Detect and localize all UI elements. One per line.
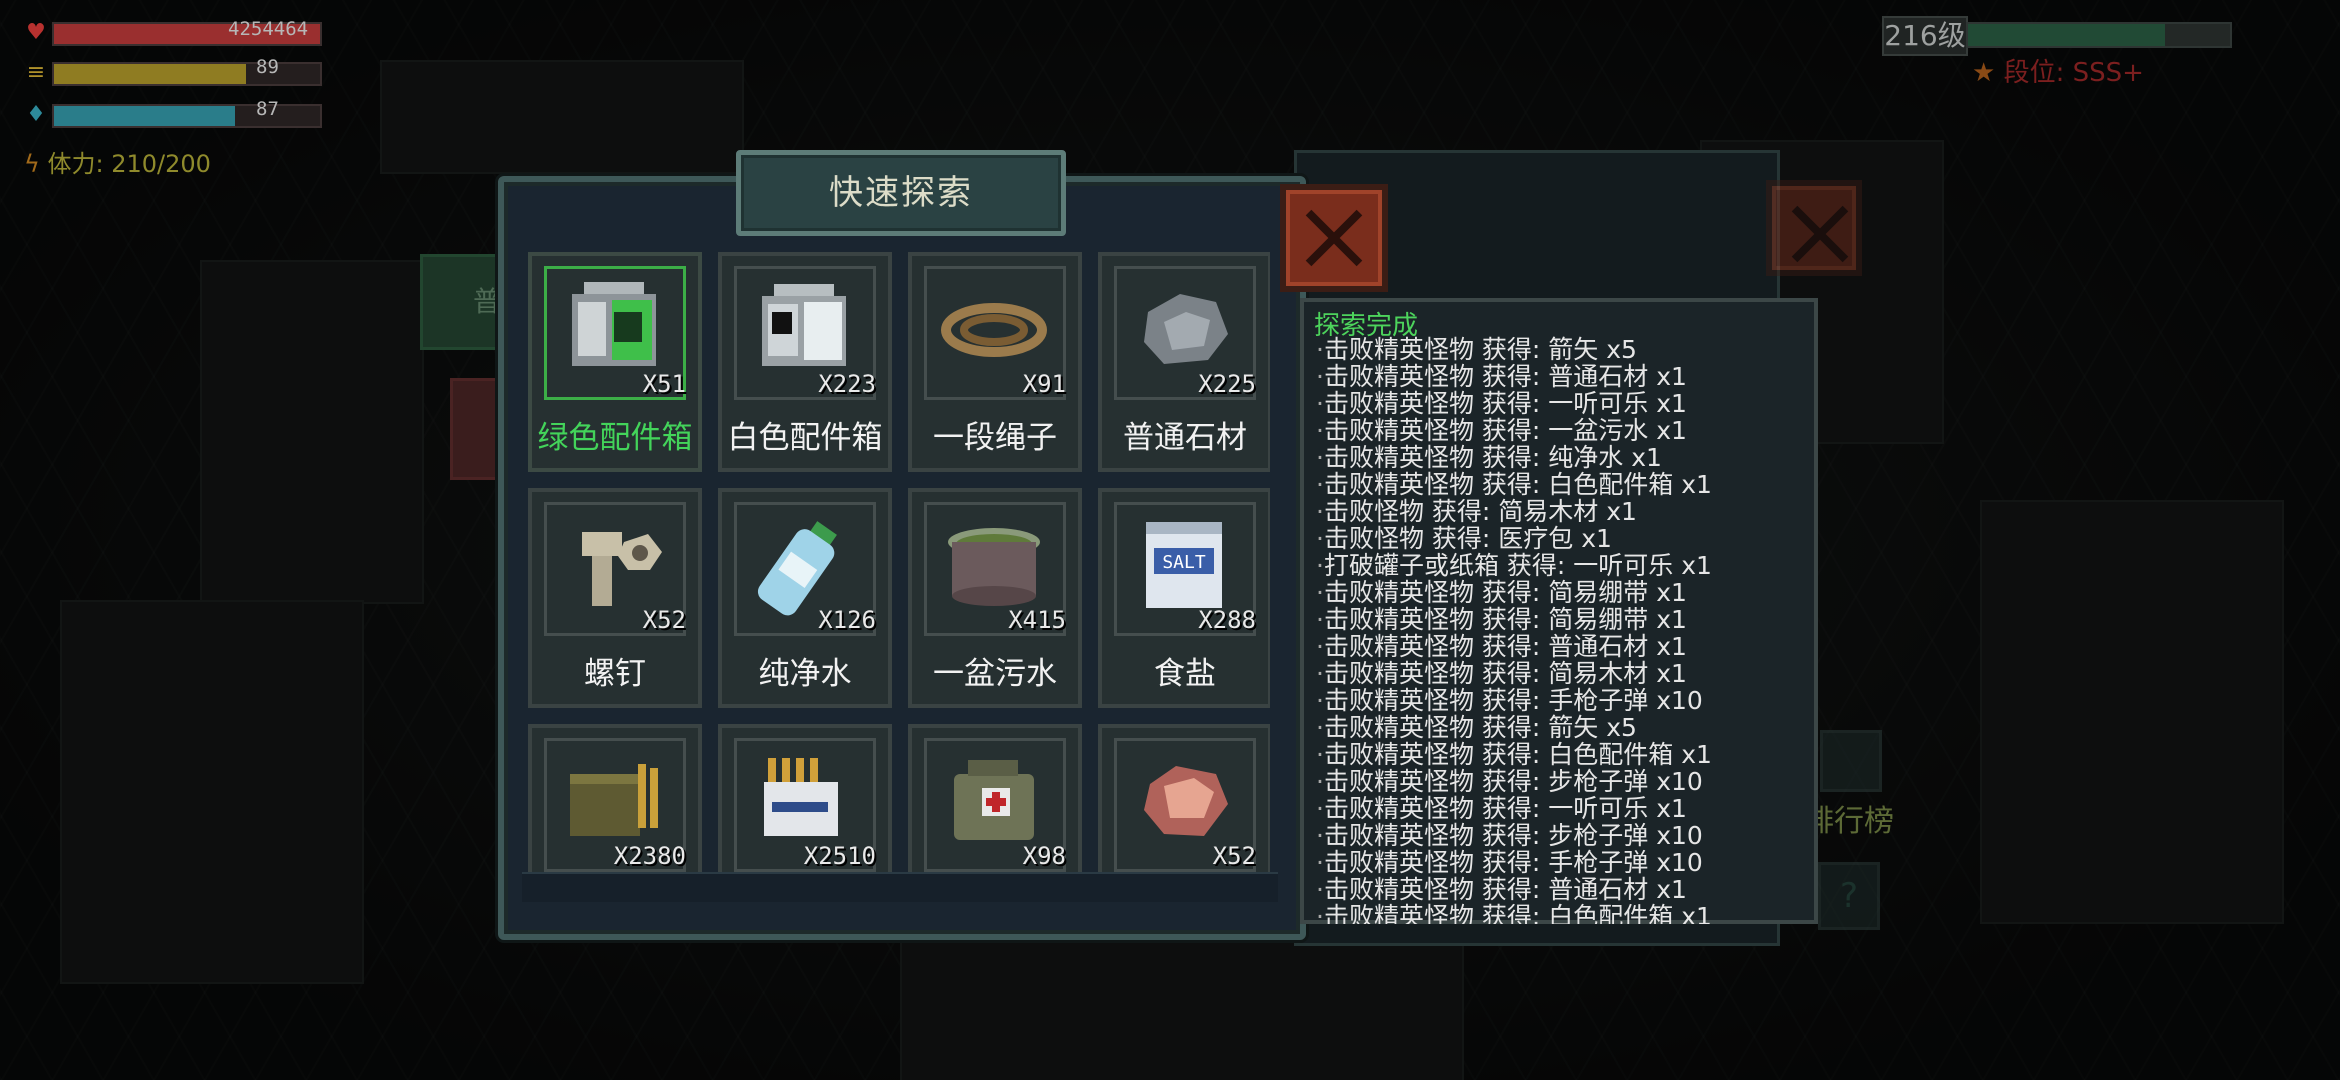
star-icon: ★	[1972, 58, 1996, 88]
item-name: 普通石材	[1123, 420, 1247, 456]
bullet-box-icon	[744, 744, 864, 854]
panel-header: 快速探索	[736, 150, 1066, 236]
help-icon: ?	[1818, 862, 1880, 930]
log-line: 击败精英怪物 获得: 箭矢 x5	[1316, 336, 1816, 363]
log-line: 击败精英怪物 获得: 简易绷带 x1	[1316, 579, 1816, 606]
item-count: X2510	[803, 842, 876, 870]
item-name: 食盐	[1154, 656, 1216, 692]
log-line: 击败精英怪物 获得: 步枪子弹 x10	[1316, 822, 1816, 849]
item-slot[interactable]: X98	[908, 724, 1082, 874]
food-bar	[52, 62, 322, 86]
food-value: 89	[256, 56, 279, 78]
log-line: 击败怪物 获得: 医疗包 x1	[1316, 525, 1816, 552]
log-line: 击败精英怪物 获得: 普通石材 x1	[1316, 363, 1816, 390]
water-bottle-icon	[744, 508, 864, 618]
salt-icon: SALT	[1124, 508, 1244, 618]
grid-footer-bar	[522, 872, 1278, 902]
white-parts-box-icon	[744, 272, 864, 382]
xp-bar	[1966, 22, 2232, 48]
background-button-1: 普	[420, 254, 506, 350]
water-bar	[52, 104, 322, 128]
item-slot[interactable]: X223 白色配件箱	[718, 252, 892, 472]
item-count: X91	[1022, 370, 1066, 398]
close-button[interactable]	[1280, 184, 1388, 292]
log-line: 击败精英怪物 获得: 纯净水 x1	[1316, 444, 1816, 471]
item-slot[interactable]: X126 纯净水	[718, 488, 892, 708]
dirty-water-basin-icon	[934, 508, 1054, 618]
item-slot[interactable]: X225 普通石材	[1098, 252, 1270, 472]
item-name: 螺钉	[584, 656, 646, 692]
stone-icon	[1124, 272, 1244, 382]
log-line: 击败精英怪物 获得: 简易绷带 x1	[1316, 606, 1816, 633]
log-line: 击败精英怪物 获得: 一听可乐 x1	[1316, 795, 1816, 822]
item-count: X98	[1022, 842, 1066, 870]
item-count: X415	[1008, 606, 1066, 634]
item-name: 一盆污水	[933, 656, 1057, 692]
log-line: 击败怪物 获得: 简易木材 x1	[1316, 498, 1816, 525]
item-count: X52	[1212, 842, 1256, 870]
background-close-button	[1766, 180, 1862, 276]
rank-text: ★ 段位: SSS+	[1972, 58, 2144, 88]
log-line: 击败精英怪物 获得: 步枪子弹 x10	[1316, 768, 1816, 795]
log-lines: 击败精英怪物 获得: 箭矢 x5击败精英怪物 获得: 普通石材 x1击败精英怪物…	[1316, 336, 1816, 924]
svg-text:SALT: SALT	[1162, 552, 1206, 573]
log-line: 击败精英怪物 获得: 箭矢 x5	[1316, 714, 1816, 741]
heart-icon: ♥	[26, 20, 46, 45]
water-drop-icon: ♦	[26, 102, 46, 127]
item-count: X223	[818, 370, 876, 398]
player-level: 216级	[1882, 16, 1968, 56]
ammo-crate-icon	[554, 744, 674, 854]
stamina-text: ϟ 体力: 210/200	[24, 150, 211, 178]
log-line: 击败精英怪物 获得: 简易木材 x1	[1316, 660, 1816, 687]
lightning-icon: ϟ	[24, 150, 40, 178]
hp-value: 4254464	[228, 18, 309, 40]
item-count: X51	[642, 370, 686, 398]
item-count: X225	[1198, 370, 1256, 398]
item-name: 白色配件箱	[727, 420, 883, 456]
calendar-icon	[1820, 730, 1882, 792]
item-slot[interactable]: X52	[1098, 724, 1270, 874]
log-line: 击败精英怪物 获得: 一盆污水 x1	[1316, 417, 1816, 444]
log-line: 击败精英怪物 获得: 白色配件箱 x1	[1316, 903, 1816, 924]
item-slot[interactable]: X2380	[528, 724, 702, 874]
screw-icon	[554, 508, 674, 618]
item-count: X52	[642, 606, 686, 634]
item-slot[interactable]: X51 绿色配件箱	[528, 252, 702, 472]
item-count: X2380	[613, 842, 686, 870]
green-parts-box-icon	[554, 272, 674, 382]
copper-ore-icon	[1124, 744, 1244, 854]
log-line: 击败精英怪物 获得: 手枪子弹 x10	[1316, 849, 1816, 876]
food-icon: ≡	[26, 60, 46, 85]
item-slot[interactable]: SALT X288 食盐	[1098, 488, 1270, 708]
item-name: 绿色配件箱	[537, 420, 693, 456]
log-line: 击败精英怪物 获得: 白色配件箱 x1	[1316, 741, 1816, 768]
log-line: 击败精英怪物 获得: 普通石材 x1	[1316, 633, 1816, 660]
item-slot[interactable]: X52 螺钉	[528, 488, 702, 708]
item-name: 一段绳子	[933, 420, 1057, 456]
medkit-bag-icon	[934, 744, 1054, 854]
log-line: 击败精英怪物 获得: 白色配件箱 x1	[1316, 471, 1816, 498]
item-grid: X51 绿色配件箱 X223 白色配件箱 X91 一段绳子 X225 普通石材 X52 螺钉 X12…	[528, 252, 1270, 874]
item-slot[interactable]: X415 一盆污水	[908, 488, 1082, 708]
rope-icon	[934, 272, 1054, 382]
panel-title: 快速探索	[829, 173, 973, 213]
log-line: 击败精英怪物 获得: 手枪子弹 x10	[1316, 687, 1816, 714]
item-count: X126	[818, 606, 876, 634]
water-value: 87	[256, 98, 279, 120]
log-line: 击败精英怪物 获得: 普通石材 x1	[1316, 876, 1816, 903]
item-name: 纯净水	[758, 656, 852, 692]
item-slot[interactable]: X2510	[718, 724, 892, 874]
item-slot[interactable]: X91 一段绳子	[908, 252, 1082, 472]
item-count: X288	[1198, 606, 1256, 634]
log-line: 击败精英怪物 获得: 一听可乐 x1	[1316, 390, 1816, 417]
log-line: 打破罐子或纸箱 获得: 一听可乐 x1	[1316, 552, 1816, 579]
